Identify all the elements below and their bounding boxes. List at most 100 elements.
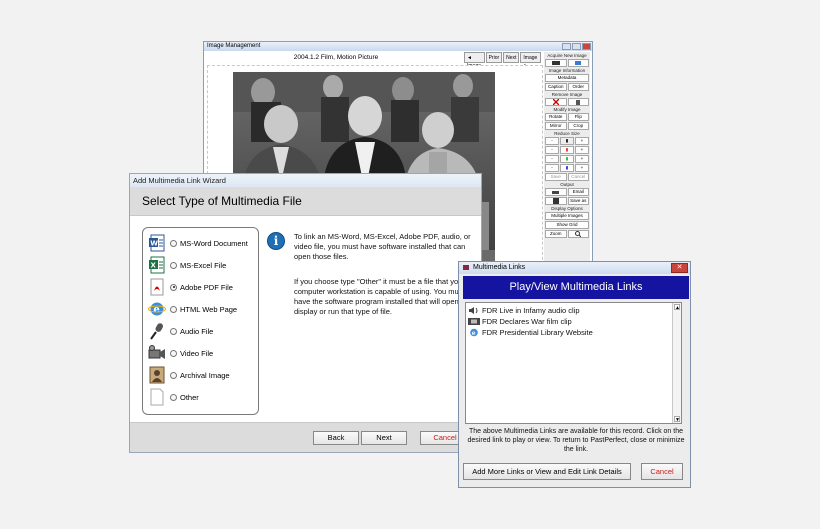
next-image-button[interactable]: Image ► xyxy=(520,52,541,69)
trash-icon xyxy=(576,100,581,105)
links-titlebar: Multimedia Links ✕ xyxy=(459,262,690,274)
microphone-icon xyxy=(150,323,163,340)
save-as-button[interactable]: Save as xyxy=(567,197,589,205)
radio-html[interactable] xyxy=(170,305,177,313)
links-list[interactable]: FDR Live in Infamy audio clip FDR Declar… xyxy=(465,302,682,424)
image-nav: ◄ Image Prior Next Image ► xyxy=(464,52,541,69)
video-camera-icon xyxy=(148,345,165,359)
svg-text:e: e xyxy=(472,329,476,336)
film-icon xyxy=(468,317,480,325)
radio-pdf[interactable] xyxy=(170,283,177,291)
delete-image-button[interactable] xyxy=(545,98,567,106)
info-text-2: If you choose type "Other" it must be a … xyxy=(294,277,465,316)
next-button-wizard[interactable]: Next xyxy=(361,431,407,445)
type-label-word: MS-Word Document xyxy=(180,238,248,248)
info-label: Image Information xyxy=(548,68,586,73)
file-type-list: W MS-Word Document X MS-Excel File Adobe… xyxy=(142,227,259,415)
link-label-website: FDR Presidential Library Website xyxy=(482,327,593,337)
close-button[interactable] xyxy=(582,43,591,50)
red-minus[interactable]: - xyxy=(545,146,559,154)
rotate-button[interactable]: Rotate xyxy=(545,113,567,121)
back-button[interactable]: Back xyxy=(313,431,359,445)
links-close-button[interactable]: ✕ xyxy=(671,263,688,273)
info-icon: i xyxy=(267,232,285,250)
image-window-title: Image Management xyxy=(207,43,261,49)
output-label: Output xyxy=(560,182,574,187)
radio-audio[interactable] xyxy=(170,327,177,335)
scroll-up-icon[interactable]: ▲ xyxy=(674,304,680,311)
show-grid-button[interactable]: Show Grid xyxy=(545,221,589,229)
trash-button[interactable] xyxy=(567,98,589,106)
save-disk-button[interactable] xyxy=(545,197,567,205)
type-option-excel[interactable]: X MS-Excel File xyxy=(148,255,226,275)
magnifier-icon xyxy=(575,231,582,238)
green-minus[interactable]: - xyxy=(545,155,559,163)
image-side-panel: Acquire New Image Image Information Meta… xyxy=(544,52,590,270)
multiple-images-button[interactable]: Multiple Images xyxy=(545,212,589,220)
link-item-film[interactable]: FDR Declares War film clip xyxy=(468,316,572,326)
app-icon xyxy=(463,265,469,270)
links-scrollbar[interactable]: ▲ ▼ xyxy=(672,303,681,423)
add-more-links-button[interactable]: Add More Links or View and Edit Link Det… xyxy=(463,463,631,480)
brightness-swatch: ▮ xyxy=(560,137,574,145)
magnifier-button[interactable] xyxy=(567,230,589,238)
blue-minus[interactable]: - xyxy=(545,164,559,172)
radio-other[interactable] xyxy=(170,393,177,401)
next-button[interactable]: Next xyxy=(503,52,520,63)
prev-image-button[interactable]: ◄ Image xyxy=(464,52,485,69)
type-option-archival[interactable]: Archival Image xyxy=(148,365,230,385)
red-plus[interactable]: + xyxy=(575,146,589,154)
email-button[interactable]: Email xyxy=(567,188,589,196)
minimize-button[interactable] xyxy=(562,43,571,50)
red-swatch: ▮ xyxy=(560,146,574,154)
brightness-minus[interactable]: - xyxy=(545,137,559,145)
order-button[interactable]: Order xyxy=(567,83,589,91)
import-button[interactable] xyxy=(567,59,589,67)
green-plus[interactable]: + xyxy=(575,155,589,163)
links-cancel-button[interactable]: Cancel xyxy=(641,463,683,480)
type-label-video: Video File xyxy=(180,348,214,358)
caption-button[interactable]: Caption xyxy=(545,83,567,91)
wizard-heading: Select Type of Multimedia File xyxy=(130,187,481,216)
screenshot-stage: Image Management 2004.1.2 Film, Motion P… xyxy=(0,0,820,529)
type-option-other[interactable]: Other xyxy=(148,387,199,407)
blue-plus[interactable]: + xyxy=(575,164,589,172)
zoom-button[interactable]: Zoom xyxy=(545,230,567,238)
mirror-button[interactable]: Mirror xyxy=(545,122,567,130)
type-label-pdf: Adobe PDF File xyxy=(180,282,233,292)
scroll-down-icon[interactable]: ▼ xyxy=(674,416,680,423)
remove-label: Remove Image xyxy=(551,92,583,97)
ie-globe-icon: e xyxy=(470,328,478,336)
radio-excel[interactable] xyxy=(170,261,177,269)
type-option-video[interactable]: Video File xyxy=(148,343,213,363)
prior-button[interactable]: Prior xyxy=(485,52,503,63)
radio-word[interactable] xyxy=(170,239,177,247)
pdf-icon xyxy=(150,278,164,296)
radio-video[interactable] xyxy=(170,349,177,357)
links-instructions: The above Multimedia Links are available… xyxy=(467,428,685,453)
portrait-icon xyxy=(149,366,165,384)
crop-button[interactable]: Crop xyxy=(567,122,589,130)
save-adjust-button[interactable]: Save xyxy=(545,173,567,181)
reduce-label: Reduce Size xyxy=(554,131,580,136)
type-label-excel: MS-Excel File xyxy=(180,260,227,270)
radio-archival[interactable] xyxy=(170,371,177,379)
scanner-button[interactable] xyxy=(545,59,567,67)
wizard-title: Add Multimedia Link Wizard xyxy=(130,174,481,187)
flip-button[interactable]: Flip xyxy=(567,113,589,121)
type-option-pdf[interactable]: Adobe PDF File xyxy=(148,277,233,297)
type-option-audio[interactable]: Audio File xyxy=(148,321,213,341)
type-option-html[interactable]: e HTML Web Page xyxy=(148,299,237,319)
green-swatch: ▮ xyxy=(560,155,574,163)
maximize-button[interactable] xyxy=(572,43,581,50)
type-option-word[interactable]: W MS-Word Document xyxy=(148,233,248,253)
acquire-label: Acquire New Image xyxy=(547,53,587,58)
cancel-adjust-button[interactable]: Cancel xyxy=(567,173,589,181)
brightness-plus[interactable]: + xyxy=(575,137,589,145)
speaker-icon xyxy=(469,306,478,314)
link-item-audio[interactable]: FDR Live in Infamy audio clip xyxy=(468,305,580,315)
link-item-website[interactable]: e FDR Presidential Library Website xyxy=(468,327,593,337)
multimedia-links-window: Multimedia Links ✕ Play/View Multimedia … xyxy=(458,261,691,488)
metadata-button[interactable]: Metadata xyxy=(545,74,589,82)
print-button[interactable] xyxy=(545,188,567,196)
